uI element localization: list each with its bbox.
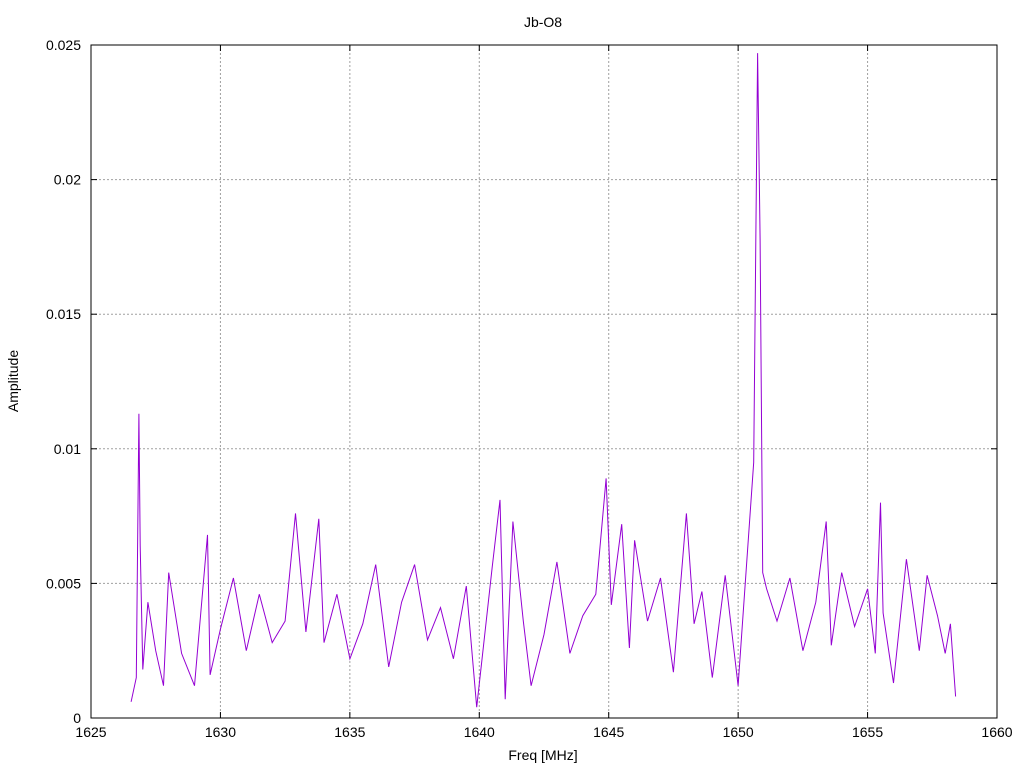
series-line [130,53,957,708]
plot-frame [90,44,998,719]
y-tick-label: 0.025 [46,37,81,53]
series-layer [130,53,957,708]
x-axis-label: Freq [MHz] [508,747,577,763]
y-axis-label: Amplitude [5,350,21,412]
x-tick-label: 1645 [593,724,624,740]
x-tick-label: 1625 [75,724,106,740]
y-tick-label: 0.015 [46,306,81,322]
x-tick-label: 1635 [334,724,365,740]
y-tick-label: 0.01 [54,441,81,457]
chart-svg: 1625 1630 1635 1640 1645 1650 1655 1660 0 0.005 0.… [5,14,1013,763]
x-tick-label: 1630 [205,724,236,740]
y-tick-label: 0.02 [54,172,81,188]
axis-ticks [90,44,998,719]
chart-title: Jb-O8 [524,14,562,30]
x-tick-label: 1660 [981,724,1012,740]
y-tick-label: 0.005 [46,575,81,591]
grid [91,45,997,718]
x-tick-label: 1640 [464,724,495,740]
y-tick-label: 0 [73,710,81,726]
x-tick-label: 1650 [723,724,754,740]
x-tick-label: 1655 [852,724,883,740]
